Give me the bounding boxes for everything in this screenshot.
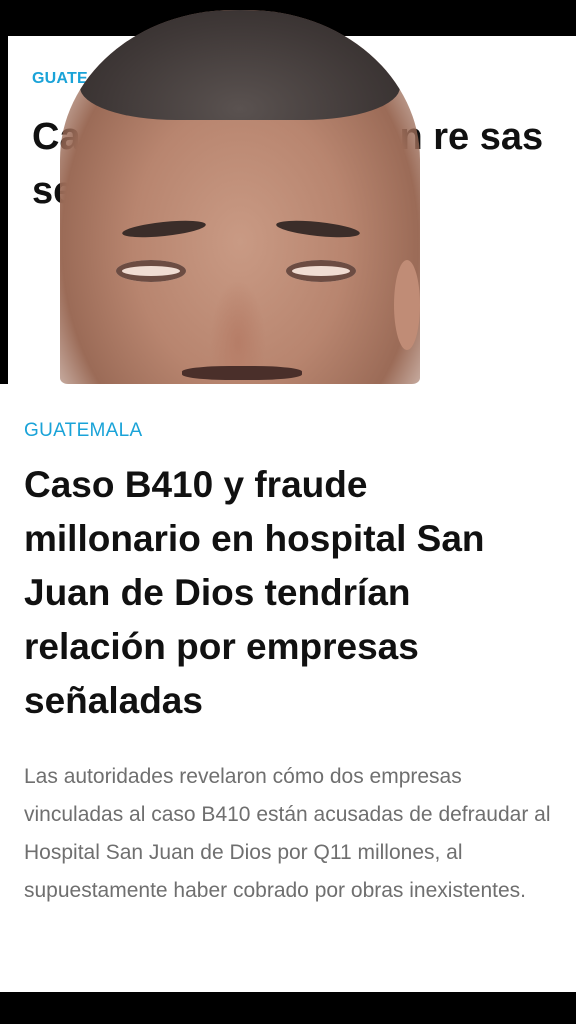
- face-right-eyebrow: [275, 217, 361, 241]
- face-right-ear: [394, 260, 420, 350]
- face-left-eye: [116, 260, 186, 282]
- article-card: GUATEMALA Caso B410 y fraude millonario …: [0, 384, 576, 992]
- face-right-eye: [286, 260, 356, 282]
- camera-face-overlay: [60, 10, 420, 384]
- face-hair: [80, 10, 400, 120]
- article-summary: Las autoridades revelaron cómo dos empre…: [24, 765, 551, 902]
- face-mouth: [182, 366, 302, 380]
- article-headline[interactable]: Caso B410 y fraude millonario en hospita…: [24, 458, 554, 728]
- face-nose: [210, 280, 266, 370]
- article-category-link[interactable]: GUATEMALA: [24, 420, 142, 442]
- face-left-eyebrow: [121, 217, 207, 241]
- bottom-black-band: [0, 992, 576, 1024]
